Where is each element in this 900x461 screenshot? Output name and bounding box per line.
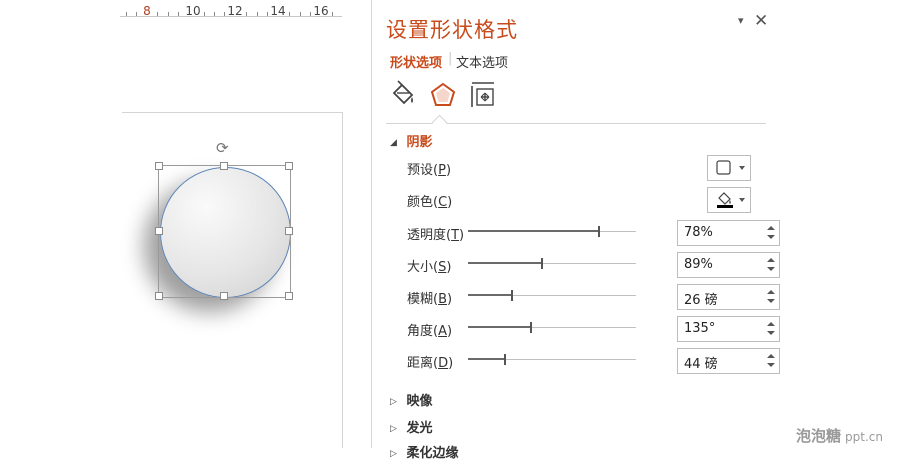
ruler-mark: 10: [185, 4, 201, 18]
shadow-preset-button[interactable]: [707, 155, 751, 181]
watermark: 泡泡糖 ppt.cn: [796, 425, 883, 446]
shadow-color-label: 颜色(C): [407, 195, 453, 210]
distance-slider[interactable]: [468, 354, 636, 365]
section-reflection-label: 映像: [406, 394, 433, 409]
watermark-brand: 泡泡糖: [796, 427, 842, 445]
spin-up-icon[interactable]: [767, 290, 775, 294]
angle-spinbox[interactable]: 135°: [677, 316, 780, 342]
spin-up-icon[interactable]: [767, 258, 775, 262]
shadow-preset-label: 预设(P): [407, 163, 452, 178]
effects-pentagon-icon[interactable]: [428, 80, 458, 110]
tab-text-options[interactable]: 文本选项: [456, 52, 508, 71]
resize-handle[interactable]: [155, 227, 163, 235]
blur-spinbox[interactable]: 26 磅: [677, 284, 780, 310]
collapsed-triangle-icon: ▷: [390, 396, 397, 407]
collapsed-triangle-icon: ▷: [390, 448, 397, 459]
blur-value[interactable]: 26 磅: [684, 289, 718, 308]
angle-slider[interactable]: [468, 322, 636, 333]
angle-label: 角度(A): [407, 324, 453, 339]
section-soft-edges-label: 柔化边缘: [406, 446, 459, 461]
distance-spinbox[interactable]: 44 磅: [677, 348, 780, 374]
shadow-distance-row: 距离(D) 44 磅: [407, 348, 780, 374]
tab-shape-options[interactable]: 形状选项: [390, 52, 442, 71]
horizontal-ruler: 8 10 12 14 16: [120, 0, 342, 20]
transparency-value[interactable]: 78%: [684, 225, 713, 240]
shadow-color-button[interactable]: [707, 187, 751, 213]
watermark-domain: ppt.cn: [845, 430, 883, 444]
size-label: 大小(S): [407, 260, 452, 275]
expanded-triangle-icon: ◢: [390, 137, 397, 148]
shadow-preset-row: 预设(P): [407, 155, 751, 181]
resize-handle[interactable]: [220, 292, 228, 300]
ruler-mark: 8: [143, 4, 151, 18]
spin-down-icon[interactable]: [767, 267, 775, 271]
section-shadow-header[interactable]: ◢ 阴影: [390, 131, 433, 150]
resize-handle[interactable]: [155, 162, 163, 170]
transparency-slider[interactable]: [468, 226, 636, 237]
distance-slider-thumb[interactable]: [504, 354, 506, 365]
tab-separator: |: [448, 51, 453, 66]
collapsed-triangle-icon: ▷: [390, 423, 397, 434]
close-icon[interactable]: ✕: [754, 11, 768, 31]
blur-slider[interactable]: [468, 290, 636, 301]
section-glow-header[interactable]: ▷ 发光: [390, 417, 433, 436]
distance-value[interactable]: 44 磅: [684, 353, 718, 372]
slide-canvas-area: 8 10 12 14 16 ⟳: [0, 0, 370, 448]
spin-down-icon[interactable]: [767, 299, 775, 303]
selection-box: [158, 165, 291, 298]
fill-line-icon[interactable]: [388, 80, 418, 110]
size-spinbox[interactable]: 89%: [677, 252, 780, 278]
section-glow-label: 发光: [406, 421, 433, 436]
transparency-slider-thumb[interactable]: [598, 226, 600, 237]
spin-down-icon[interactable]: [767, 331, 775, 335]
rotate-handle-icon[interactable]: ⟳: [216, 139, 229, 157]
shadow-size-row: 大小(S) 89%: [407, 252, 780, 278]
spin-up-icon[interactable]: [767, 226, 775, 230]
shadow-color-row: 颜色(C): [407, 187, 751, 213]
resize-handle[interactable]: [220, 162, 228, 170]
blur-slider-thumb[interactable]: [511, 290, 513, 301]
active-category-pointer: [431, 114, 448, 131]
pane-options-dropdown-icon[interactable]: ▾: [738, 14, 744, 27]
resize-handle[interactable]: [285, 292, 293, 300]
transparency-spinbox[interactable]: 78%: [677, 220, 780, 246]
section-soft-edges-header[interactable]: ▷ 柔化边缘: [390, 442, 459, 461]
resize-handle[interactable]: [285, 162, 293, 170]
ruler-mark: 14: [270, 4, 286, 18]
blur-label: 模糊(B): [407, 292, 453, 307]
spin-up-icon[interactable]: [767, 354, 775, 358]
section-reflection-header[interactable]: ▷ 映像: [390, 390, 433, 409]
shadow-transparency-row: 透明度(T) 78%: [407, 220, 780, 246]
shadow-angle-row: 角度(A) 135°: [407, 316, 780, 342]
size-slider[interactable]: [468, 258, 636, 269]
resize-handle[interactable]: [155, 292, 163, 300]
spin-down-icon[interactable]: [767, 235, 775, 239]
ruler-mark: 16: [313, 4, 329, 18]
angle-slider-thumb[interactable]: [530, 322, 532, 333]
format-shape-pane: 设置形状格式 ▾ ✕ 形状选项 | 文本选项 ◢ 阴影 预设(P) 颜色(C) …: [371, 0, 780, 461]
transparency-label: 透明度(T): [407, 228, 465, 243]
spin-up-icon[interactable]: [767, 322, 775, 326]
shadow-blur-row: 模糊(B) 26 磅: [407, 284, 780, 310]
size-properties-icon[interactable]: [468, 80, 498, 110]
size-value[interactable]: 89%: [684, 257, 713, 272]
selected-shape[interactable]: ⟳: [155, 139, 293, 300]
angle-value[interactable]: 135°: [684, 321, 715, 336]
spin-down-icon[interactable]: [767, 363, 775, 367]
section-shadow-label: 阴影: [406, 135, 433, 150]
resize-handle[interactable]: [285, 227, 293, 235]
distance-label: 距离(D): [407, 356, 454, 371]
ruler-mark: 12: [227, 4, 243, 18]
pane-title: 设置形状格式: [386, 18, 518, 42]
size-slider-thumb[interactable]: [541, 258, 543, 269]
